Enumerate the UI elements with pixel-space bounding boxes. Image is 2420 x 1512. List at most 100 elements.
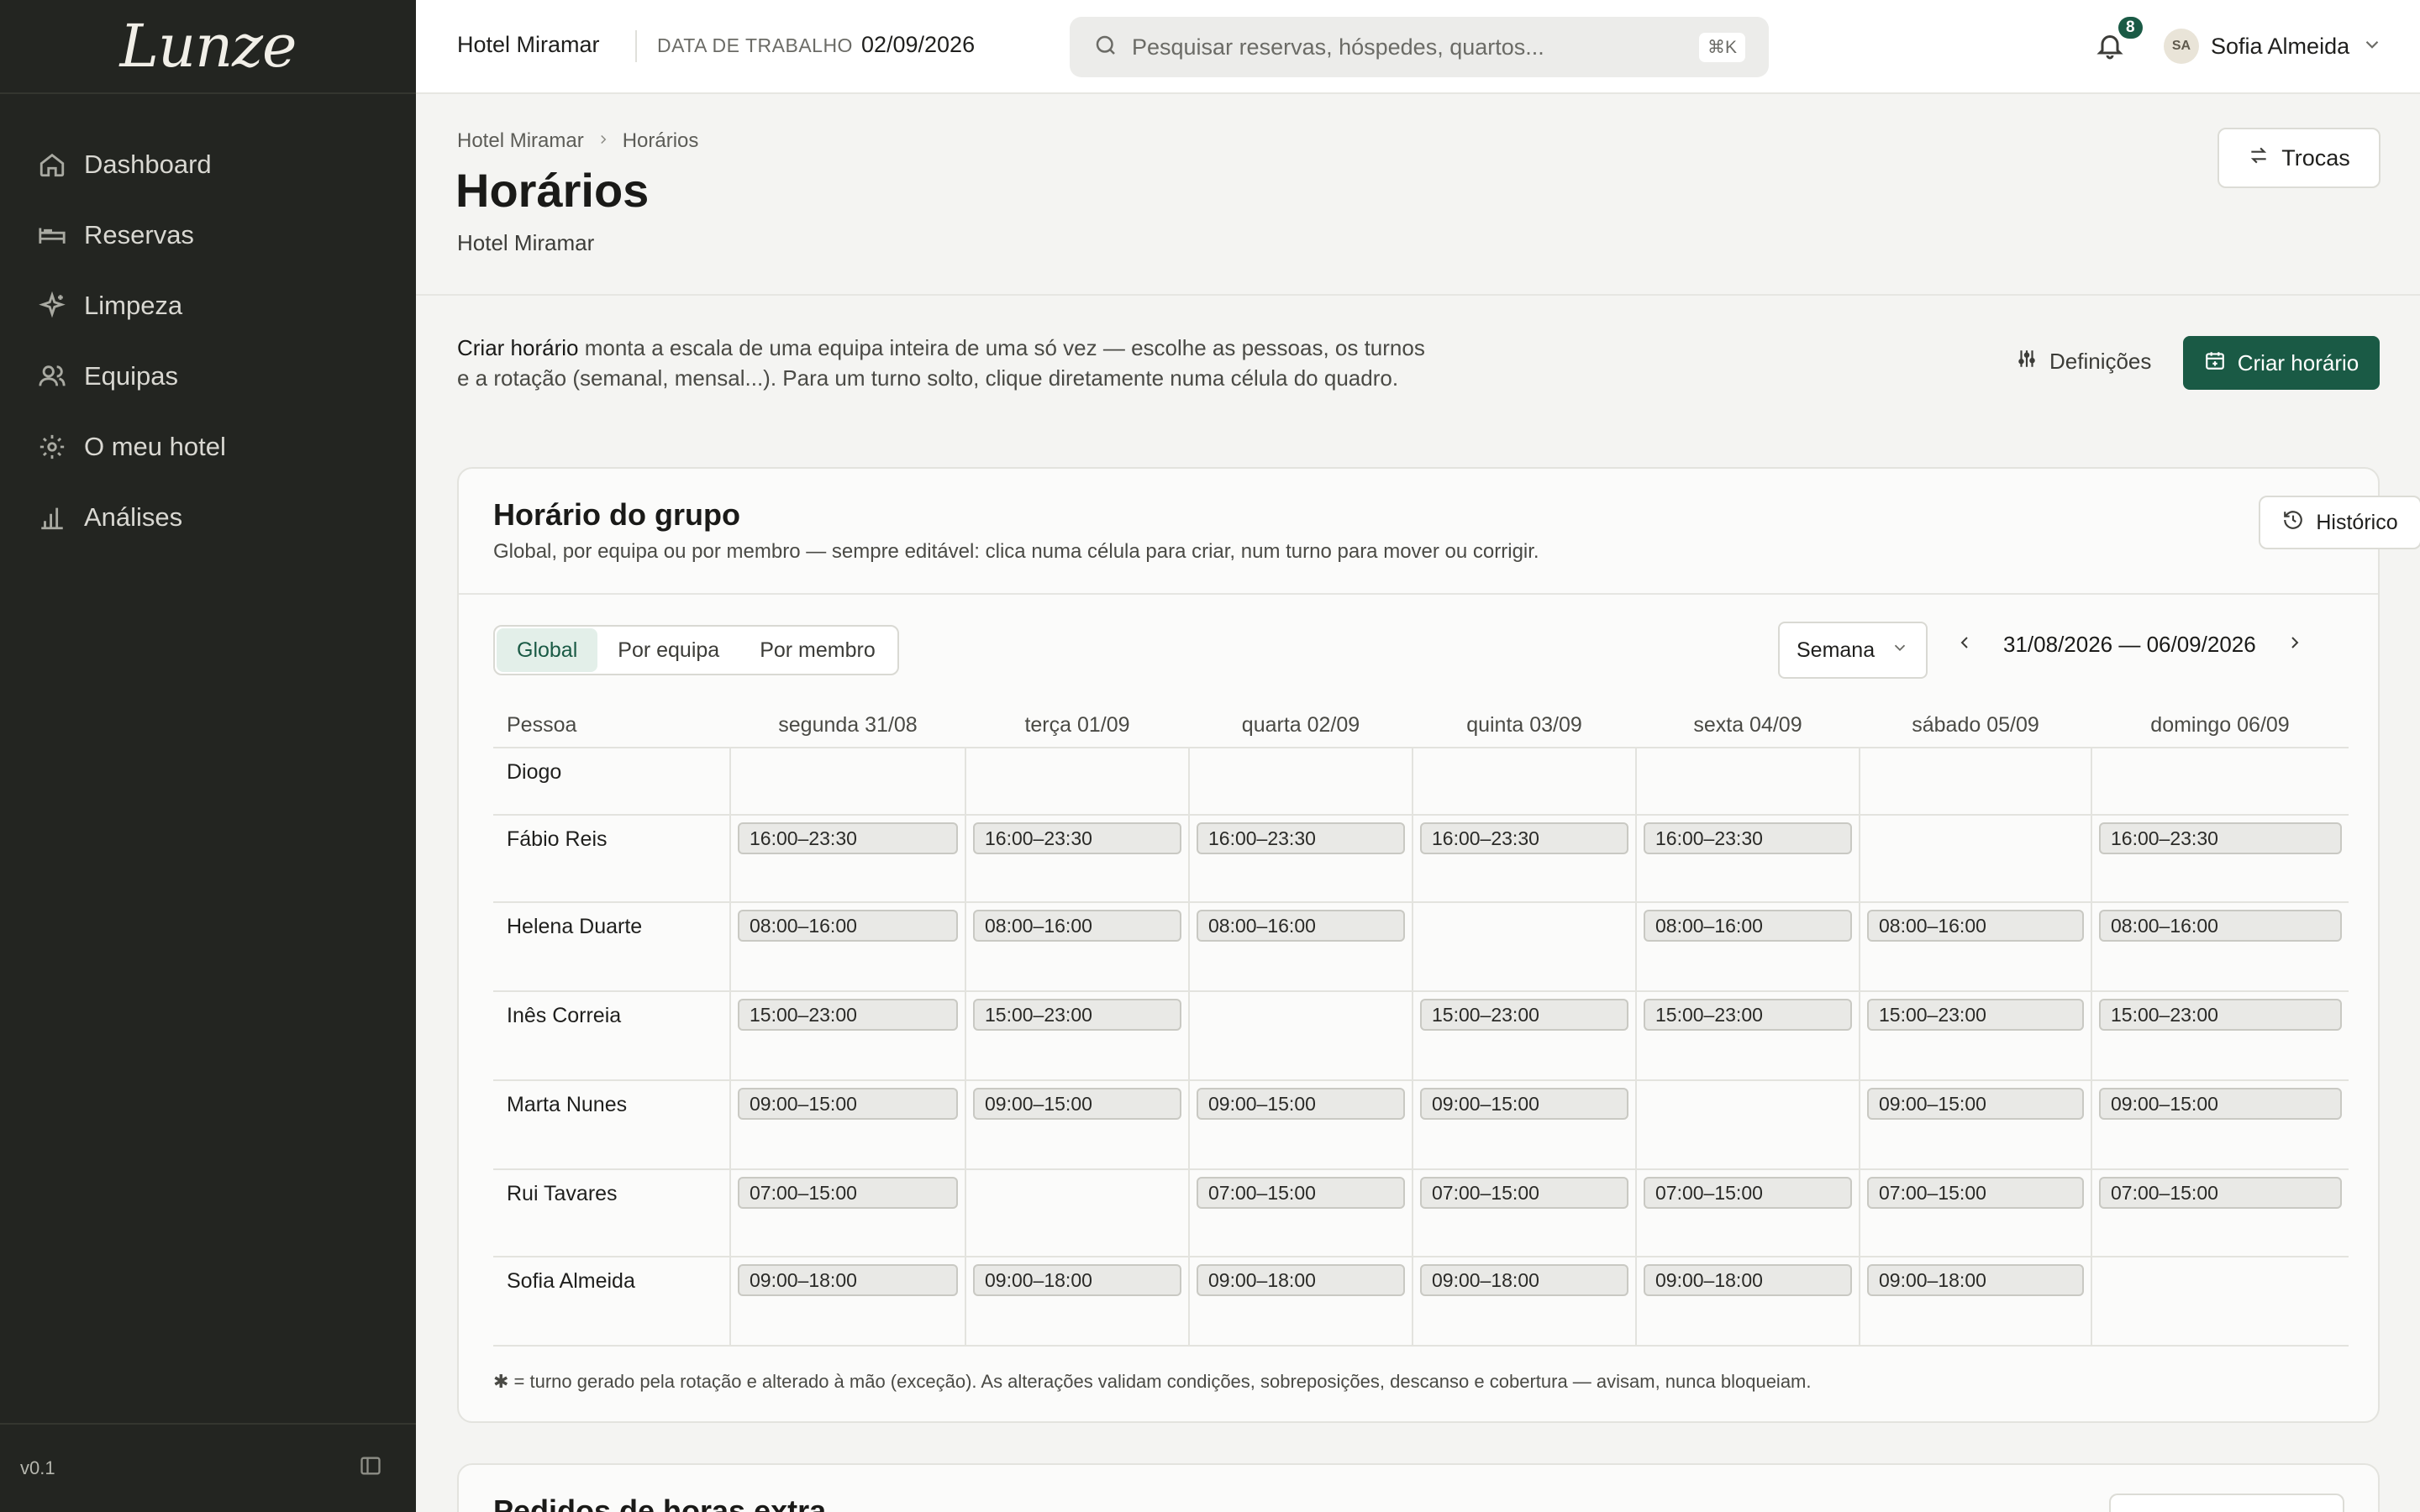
shift-pill[interactable]: 15:00–23:00 [1644, 999, 1852, 1031]
notifications-button[interactable]: 8 [2095, 17, 2143, 67]
collapse-sidebar-icon[interactable] [359, 1454, 382, 1483]
sidebar-item-limpeza[interactable]: Limpeza [0, 270, 416, 341]
schedule-cell[interactable]: 07:00–15:00 [2091, 1169, 2349, 1257]
schedule-cell[interactable]: 08:00–16:00 [1188, 902, 1413, 992]
shift-pill[interactable]: 09:00–18:00 [1867, 1264, 2084, 1296]
schedule-cell[interactable]: 07:00–15:00 [729, 1169, 965, 1257]
schedule-cell[interactable]: 08:00–16:00 [729, 902, 965, 992]
shift-pill[interactable]: 16:00–23:30 [738, 822, 958, 854]
shift-pill[interactable]: 07:00–15:00 [1420, 1177, 1628, 1209]
shift-pill[interactable]: 09:00–15:00 [2099, 1088, 2342, 1120]
shift-pill[interactable]: 09:00–18:00 [1644, 1264, 1852, 1296]
shift-pill[interactable]: 07:00–15:00 [738, 1177, 958, 1209]
schedule-cell[interactable]: 09:00–15:00 [1859, 1080, 2091, 1170]
schedule-cell[interactable] [729, 748, 965, 816]
schedule-cell[interactable] [1635, 748, 1860, 816]
schedule-cell[interactable]: 16:00–23:30 [1635, 815, 1860, 903]
schedule-cell[interactable]: 07:00–15:00 [1188, 1169, 1413, 1257]
previous-week-button[interactable] [1954, 633, 1975, 657]
tab-por-membro[interactable]: Por membro [739, 628, 896, 672]
schedule-cell[interactable]: 09:00–15:00 [2091, 1080, 2349, 1170]
schedule-cell[interactable]: 15:00–23:00 [965, 991, 1189, 1081]
shift-pill[interactable]: 08:00–16:00 [1867, 910, 2084, 942]
schedule-cell[interactable] [965, 1169, 1189, 1257]
schedule-cell[interactable]: 09:00–18:00 [965, 1257, 1189, 1347]
schedule-cell[interactable]: 09:00–18:00 [1635, 1257, 1860, 1347]
shift-pill[interactable]: 09:00–15:00 [738, 1088, 958, 1120]
hotel-selector[interactable]: Hotel Miramar [457, 32, 600, 58]
schedule-cell[interactable]: 16:00–23:30 [729, 815, 965, 903]
tab-por-equipa[interactable]: Por equipa [597, 628, 739, 672]
schedule-cell[interactable]: 08:00–16:00 [1635, 902, 1860, 992]
search-input[interactable] [1132, 34, 1699, 60]
user-menu[interactable]: SA Sofia Almeida [2164, 29, 2383, 64]
schedule-cell[interactable] [1412, 748, 1636, 816]
schedule-cell[interactable]: 09:00–18:00 [729, 1257, 965, 1347]
schedule-cell[interactable]: 15:00–23:00 [1859, 991, 2091, 1081]
shift-pill[interactable]: 16:00–23:30 [1644, 822, 1852, 854]
schedule-cell[interactable]: 15:00–23:00 [1635, 991, 1860, 1081]
schedule-cell[interactable]: 08:00–16:00 [2091, 902, 2349, 992]
overtime-action-button[interactable] [2109, 1494, 2344, 1512]
sidebar-item-equipas[interactable]: Equipas [0, 341, 416, 412]
shift-pill[interactable]: 07:00–15:00 [1867, 1177, 2084, 1209]
shift-pill[interactable]: 08:00–16:00 [973, 910, 1181, 942]
schedule-cell[interactable]: 09:00–15:00 [1188, 1080, 1413, 1170]
sidebar-item-analises[interactable]: Análises [0, 482, 416, 553]
schedule-cell[interactable]: 16:00–23:30 [2091, 815, 2349, 903]
schedule-cell[interactable]: 09:00–18:00 [1188, 1257, 1413, 1347]
schedule-cell[interactable]: 15:00–23:00 [729, 991, 965, 1081]
shift-pill[interactable]: 07:00–15:00 [2099, 1177, 2342, 1209]
schedule-cell[interactable]: 09:00–18:00 [1859, 1257, 2091, 1347]
schedule-cell[interactable]: 09:00–15:00 [729, 1080, 965, 1170]
schedule-cell[interactable]: 15:00–23:00 [1412, 991, 1636, 1081]
shift-pill[interactable]: 15:00–23:00 [1867, 999, 2084, 1031]
shift-pill[interactable]: 16:00–23:30 [2099, 822, 2342, 854]
schedule-cell[interactable] [1188, 991, 1413, 1081]
tab-global[interactable]: Global [497, 628, 598, 672]
schedule-cell[interactable]: 08:00–16:00 [965, 902, 1189, 992]
schedule-cell[interactable]: 09:00–15:00 [965, 1080, 1189, 1170]
shift-pill[interactable]: 09:00–15:00 [1420, 1088, 1628, 1120]
schedule-cell[interactable] [2091, 1257, 2349, 1347]
app-logo[interactable]: Lunze [120, 12, 297, 81]
shift-pill[interactable]: 15:00–23:00 [738, 999, 958, 1031]
schedule-cell[interactable]: 09:00–18:00 [1412, 1257, 1636, 1347]
sidebar-item-o-meu-hotel[interactable]: O meu hotel [0, 412, 416, 482]
shift-pill[interactable]: 09:00–18:00 [973, 1264, 1181, 1296]
next-week-button[interactable] [2285, 633, 2305, 657]
schedule-cell[interactable] [1859, 748, 2091, 816]
shift-pill[interactable]: 09:00–15:00 [1867, 1088, 2084, 1120]
schedule-cell[interactable]: 16:00–23:30 [965, 815, 1189, 903]
schedule-cell[interactable]: 15:00–23:00 [2091, 991, 2349, 1081]
shift-pill[interactable]: 08:00–16:00 [1197, 910, 1405, 942]
schedule-cell[interactable]: 16:00–23:30 [1412, 815, 1636, 903]
shift-pill[interactable]: 16:00–23:30 [1197, 822, 1405, 854]
shift-pill[interactable]: 07:00–15:00 [1644, 1177, 1852, 1209]
shift-pill[interactable]: 16:00–23:30 [973, 822, 1181, 854]
schedule-cell[interactable] [1412, 902, 1636, 992]
schedule-cell[interactable] [965, 748, 1189, 816]
settings-button[interactable]: Definições [2016, 348, 2151, 375]
schedule-cell[interactable]: 07:00–15:00 [1859, 1169, 2091, 1257]
shift-pill[interactable]: 09:00–18:00 [1420, 1264, 1628, 1296]
schedule-cell[interactable] [1859, 815, 2091, 903]
schedule-cell[interactable]: 07:00–15:00 [1635, 1169, 1860, 1257]
schedule-cell[interactable]: 09:00–15:00 [1412, 1080, 1636, 1170]
schedule-cell[interactable] [1188, 748, 1413, 816]
sidebar-item-reservas[interactable]: Reservas [0, 200, 416, 270]
swaps-button[interactable]: Trocas [2217, 128, 2381, 188]
shift-pill[interactable]: 09:00–15:00 [1197, 1088, 1405, 1120]
create-schedule-button[interactable]: Criar horário [2183, 336, 2380, 390]
shift-pill[interactable]: 15:00–23:00 [2099, 999, 2342, 1031]
history-button[interactable]: Histórico [2259, 496, 2420, 549]
breadcrumb-item[interactable]: Hotel Miramar [457, 129, 584, 153]
work-date-value[interactable]: 02/09/2026 [861, 32, 975, 58]
schedule-cell[interactable]: 16:00–23:30 [1188, 815, 1413, 903]
shift-pill[interactable]: 08:00–16:00 [1644, 910, 1852, 942]
schedule-cell[interactable] [1635, 1080, 1860, 1170]
shift-pill[interactable]: 08:00–16:00 [2099, 910, 2342, 942]
shift-pill[interactable]: 09:00–15:00 [973, 1088, 1181, 1120]
shift-pill[interactable]: 07:00–15:00 [1197, 1177, 1405, 1209]
shift-pill[interactable]: 16:00–23:30 [1420, 822, 1628, 854]
